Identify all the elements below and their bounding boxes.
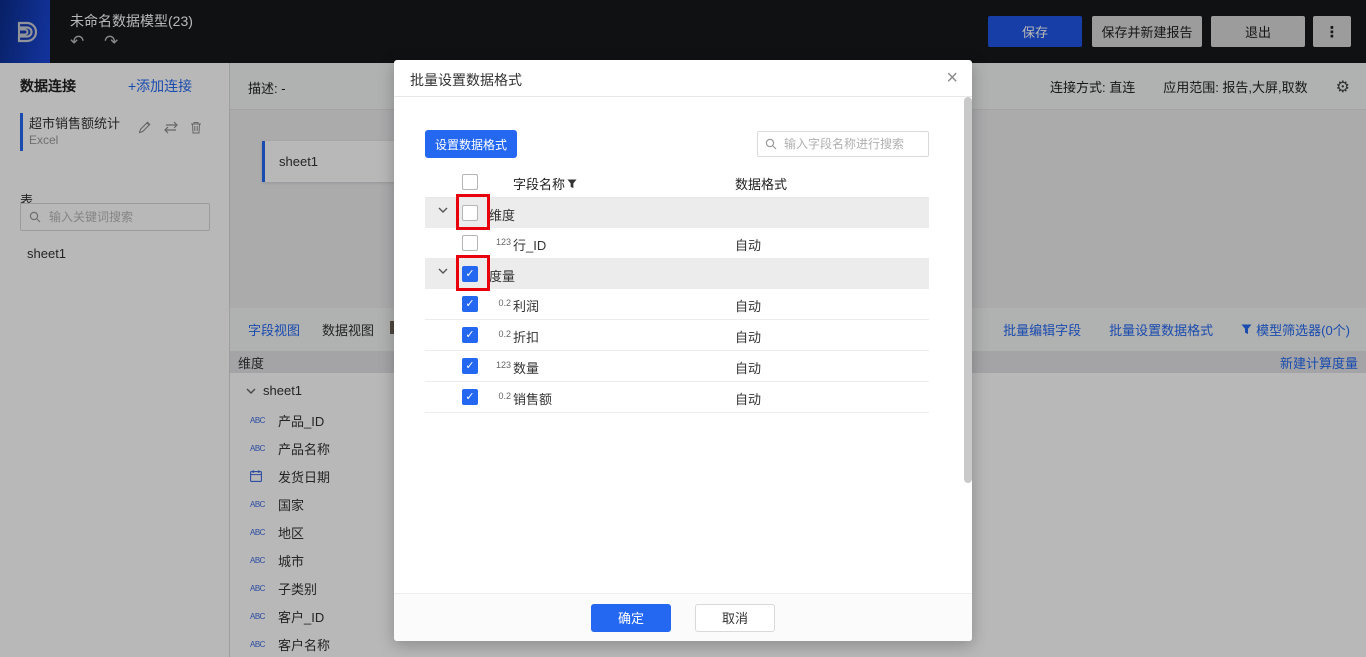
- modal-title: 批量设置数据格式: [410, 70, 522, 90]
- app-root: 未命名数据模型(23) ↶ ↷ 保存 保存并新建报告 退出 ⋮ 数据连接 +添加…: [0, 0, 1366, 657]
- batch-format-modal: 批量设置数据格式 × 设置数据格式 字段名称 数据格式 维度 123 行_: [394, 60, 972, 641]
- group-checkbox[interactable]: [462, 205, 478, 221]
- field-label: 折扣: [513, 327, 539, 346]
- close-icon[interactable]: ×: [946, 66, 958, 90]
- modal-field-row[interactable]: 0.2 利润 自动: [425, 289, 929, 320]
- field-checkbox[interactable]: [462, 327, 478, 343]
- chevron-down-icon[interactable]: [438, 268, 448, 274]
- modal-field-row[interactable]: 0.2 折扣 自动: [425, 320, 929, 351]
- modal-field-table: 字段名称 数据格式 维度 123 行_ID 自动 度量 0.2 利润 自动 0.…: [425, 167, 929, 413]
- cancel-button[interactable]: 取消: [695, 604, 775, 632]
- field-format-value[interactable]: 自动: [735, 389, 761, 408]
- field-type-icon: 0.2: [485, 391, 511, 401]
- select-all-checkbox[interactable]: [462, 174, 478, 190]
- field-label: 利润: [513, 296, 539, 315]
- field-type-icon: 123: [485, 237, 511, 247]
- field-label: 行_ID: [513, 235, 546, 254]
- field-checkbox[interactable]: [462, 235, 478, 251]
- filter-funnel-icon: [567, 179, 577, 189]
- group-label: 度量: [489, 266, 515, 285]
- modal-group-row[interactable]: 度量: [425, 259, 929, 289]
- field-format-value[interactable]: 自动: [735, 358, 761, 377]
- modal-group-row[interactable]: 维度: [425, 198, 929, 228]
- scrollbar-thumb[interactable]: [964, 97, 972, 483]
- table-header-row: 字段名称 数据格式: [425, 167, 929, 198]
- modal-field-row[interactable]: 123 数量 自动: [425, 351, 929, 382]
- field-checkbox[interactable]: [462, 358, 478, 374]
- modal-search-input[interactable]: [782, 136, 928, 152]
- set-data-format-button[interactable]: 设置数据格式: [425, 130, 517, 158]
- field-label: 数量: [513, 358, 539, 377]
- field-type-icon: 0.2: [485, 298, 511, 308]
- field-label: 销售额: [513, 389, 552, 408]
- modal-header: 批量设置数据格式 ×: [394, 60, 972, 97]
- modal-footer: 确定 取消: [394, 593, 972, 641]
- search-icon: [765, 138, 777, 150]
- field-format-value[interactable]: 自动: [735, 327, 761, 346]
- group-label: 维度: [489, 205, 515, 224]
- column-header-name: 字段名称: [513, 174, 577, 193]
- chevron-down-icon[interactable]: [438, 207, 448, 213]
- confirm-button[interactable]: 确定: [591, 604, 671, 632]
- modal-search-box[interactable]: [757, 131, 929, 157]
- modal-table-rows: 维度 123 行_ID 自动 度量 0.2 利润 自动 0.2 折扣 自动 12…: [425, 198, 929, 413]
- field-checkbox[interactable]: [462, 389, 478, 405]
- group-checkbox[interactable]: [462, 266, 478, 282]
- modal-field-row[interactable]: 0.2 销售额 自动: [425, 382, 929, 413]
- field-format-value[interactable]: 自动: [735, 296, 761, 315]
- column-header-format: 数据格式: [735, 174, 787, 193]
- modal-field-row[interactable]: 123 行_ID 自动: [425, 228, 929, 259]
- field-checkbox[interactable]: [462, 296, 478, 312]
- field-type-icon: 0.2: [485, 329, 511, 339]
- field-type-icon: 123: [485, 360, 511, 370]
- field-format-value[interactable]: 自动: [735, 235, 761, 254]
